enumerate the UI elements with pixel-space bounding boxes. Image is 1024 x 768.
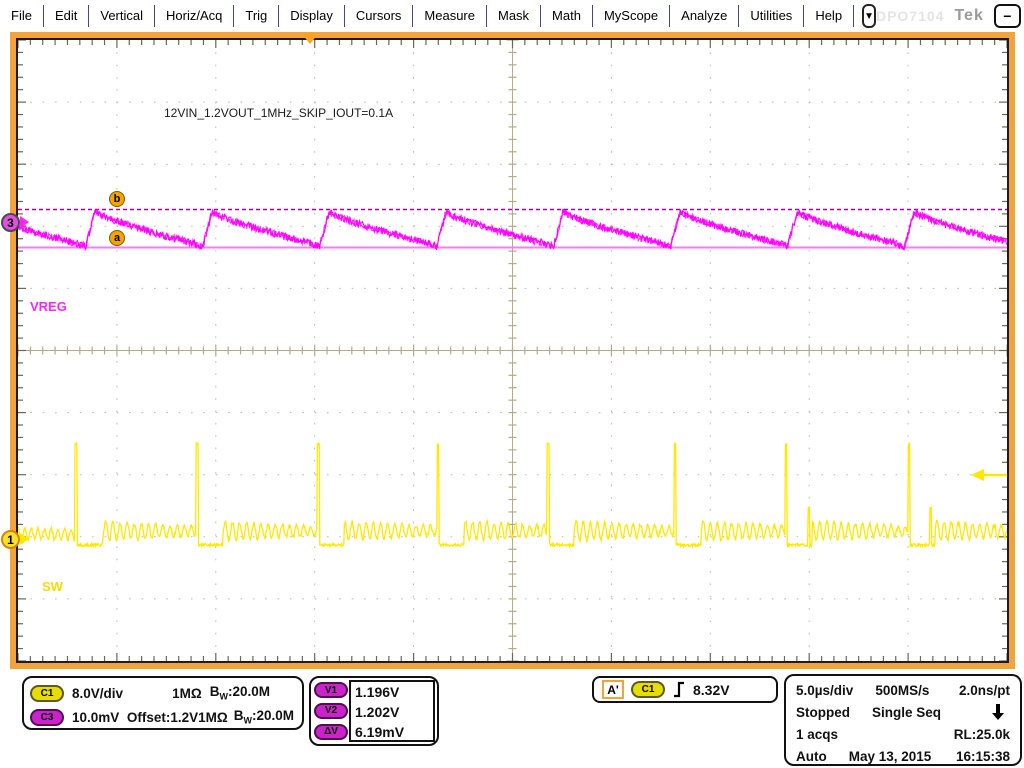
menu-measure[interactable]: Measure — [413, 5, 487, 27]
menu-mask[interactable]: Mask — [487, 5, 541, 27]
ch3-badge[interactable]: C3 — [30, 709, 64, 726]
ch3-waveform-label: VREG — [30, 299, 67, 314]
acq-status-row: Stopped Single Seq — [796, 701, 1010, 723]
rising-edge-icon — [672, 681, 686, 698]
timebase-scale: 5.0µs/div — [796, 683, 853, 698]
screen-annotation: 12VIN_1.2VOUT_1MHz_SKIP_IOUT=0.1A — [164, 106, 393, 120]
ch1-bandwidth: BW:20.0M — [210, 684, 270, 702]
menu-edit[interactable]: Edit — [44, 5, 89, 27]
cursor-dv-badge[interactable]: ΔV — [314, 724, 348, 740]
trigger-source-badge[interactable]: A' — [602, 680, 624, 699]
date-label: May 13, 2015 — [849, 749, 932, 764]
ch3-scale: 10.0mV — [72, 710, 119, 725]
menu-analyze[interactable]: Analyze — [670, 5, 739, 27]
cursor-v1-value: 1.196V — [355, 682, 433, 702]
acq-count-row: 1 acqs RL:25.0k — [796, 723, 1010, 745]
minimize-button[interactable]: − — [994, 4, 1021, 28]
menu-horiz-acq[interactable]: Horiz/Acq — [155, 5, 234, 27]
menu-file[interactable]: File — [0, 5, 44, 27]
trigger-level-value: 8.32V — [693, 682, 730, 698]
ch1-marker-arrow-icon — [20, 533, 29, 545]
cursor-b-handle[interactable]: b — [109, 191, 125, 207]
ch1-coupling: 1MΩ — [172, 686, 202, 701]
sample-rate: 500MS/s — [875, 683, 929, 698]
trigger-mode: Auto — [796, 749, 827, 764]
oscilloscope-application: File Edit Vertical Horiz/Acq Trig Displa… — [0, 0, 1024, 768]
ch3-readout-row: C3 10.0mV Offset:1.2V 1MΩ BW:20.0M — [30, 705, 294, 729]
menu-myscope[interactable]: MyScope — [593, 5, 670, 27]
cursor-v2-badge[interactable]: V2 — [314, 703, 348, 719]
menu-math[interactable]: Math — [541, 5, 593, 27]
timebase-row: 5.0µs/div 500MS/s 2.0ns/pt — [796, 679, 1010, 701]
acq-mode: Single Seq — [872, 705, 941, 720]
ch1-readout-row: C1 8.0V/div 1MΩ BW:20.0M — [30, 681, 294, 705]
datetime-row: Auto May 13, 2015 16:15:38 — [796, 745, 1010, 767]
chevron-down-icon: ▼ — [864, 11, 874, 22]
menu-cursors[interactable]: Cursors — [345, 5, 414, 27]
ch3-coupling: 1MΩ — [198, 710, 228, 725]
trigger-level-arrow-icon[interactable] — [971, 469, 984, 481]
cursor-badge-column: V1 V2 ΔV — [313, 680, 349, 742]
record-length: RL:25.0k — [954, 727, 1010, 742]
trigger-channel-badge[interactable]: C1 — [631, 681, 665, 698]
acq-status: Stopped — [796, 705, 850, 720]
time-label: 16:15:38 — [956, 749, 1010, 764]
ch3-ground-marker[interactable]: 3 — [1, 213, 20, 232]
ch1-scale: 8.0V/div — [72, 686, 123, 701]
menu-display[interactable]: Display — [279, 5, 345, 27]
cursor-a-handle[interactable]: a — [109, 230, 125, 246]
menu-bar: File Edit Vertical Horiz/Acq Trig Displa… — [0, 0, 1024, 32]
menu-trig[interactable]: Trig — [234, 5, 279, 27]
menu-overflow-button[interactable]: ▼ — [862, 4, 876, 28]
menu-help[interactable]: Help — [804, 5, 854, 27]
trigger-position-marker[interactable] — [302, 34, 318, 44]
tektronix-logo: Tek — [954, 7, 983, 25]
menu-utilities[interactable]: Utilities — [739, 5, 804, 27]
ch1-ground-marker[interactable]: 1 — [1, 530, 20, 549]
ch1-badge[interactable]: C1 — [30, 685, 64, 702]
cursor-value-panel: 1.196V 1.202V 6.19mV — [349, 680, 435, 742]
ch3-offset: Offset:1.2V — [127, 710, 198, 725]
ch1-waveform-label: SW — [42, 579, 63, 594]
channel-readout-box[interactable]: C1 8.0V/div 1MΩ BW:20.0M C3 10.0mV Offse… — [22, 676, 304, 730]
ch3-marker-arrow-icon — [20, 216, 29, 228]
cursor-readout-box[interactable]: V1 V2 ΔV 1.196V 1.202V 6.19mV — [309, 676, 439, 746]
horizontal-readout-box[interactable]: 5.0µs/div 500MS/s 2.0ns/pt Stopped Singl… — [784, 674, 1022, 766]
trigger-readout-box[interactable]: A' C1 8.32V — [592, 676, 778, 703]
cursor-v2-value: 1.202V — [355, 702, 433, 722]
sample-resolution: 2.0ns/pt — [959, 683, 1010, 698]
cursor-v1-badge[interactable]: V1 — [314, 682, 348, 698]
ch3-bandwidth: BW:20.0M — [234, 708, 294, 726]
cursor-dv-value: 6.19mV — [355, 722, 433, 742]
model-number-label: DPO7104 — [876, 8, 944, 24]
titlebar-right: DPO7104 Tek − X — [876, 4, 1024, 28]
single-seq-arrow-icon — [992, 704, 1004, 720]
menu-vertical[interactable]: Vertical — [89, 5, 155, 27]
acq-count: 1 acqs — [796, 727, 838, 742]
waveform-display — [18, 40, 1007, 661]
